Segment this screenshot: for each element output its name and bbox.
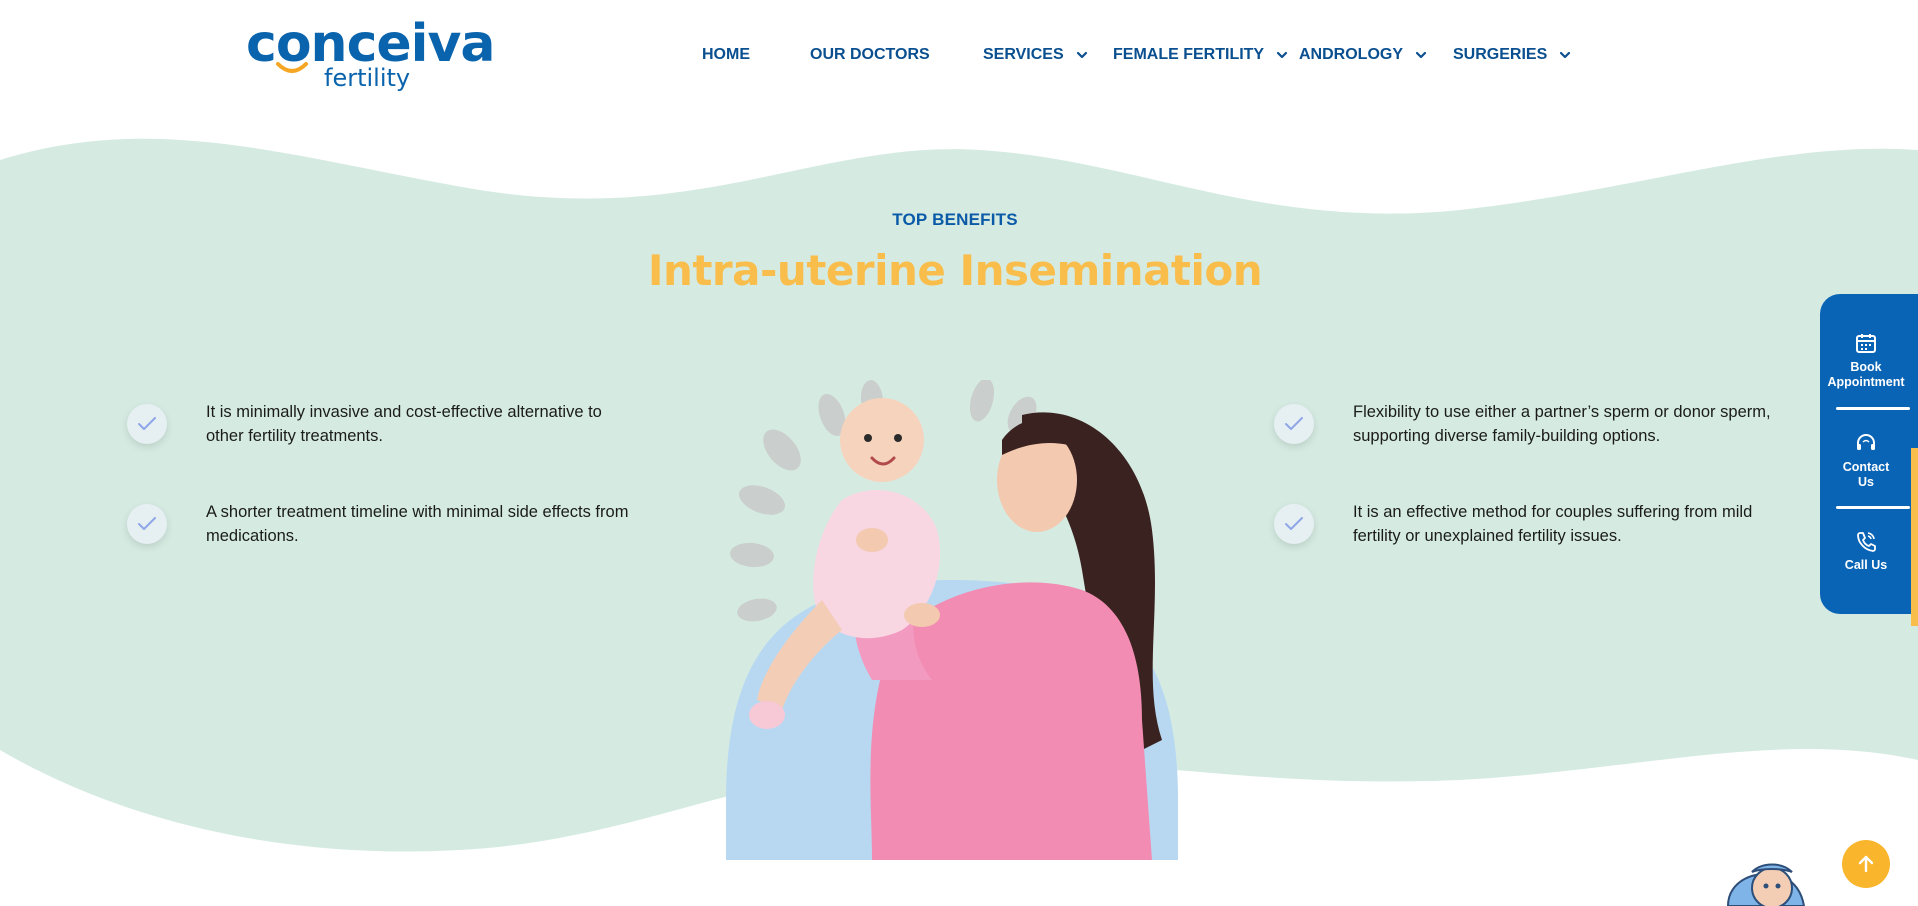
chevron-down-icon xyxy=(1277,51,1288,59)
benefit-text: It is an effective method for couples su… xyxy=(1353,503,1753,545)
check-icon xyxy=(1274,404,1314,444)
calendar-icon xyxy=(1856,334,1876,353)
scroll-indicator[interactable] xyxy=(1911,448,1918,626)
contact-us-button[interactable]: Contact Us xyxy=(1820,432,1912,490)
headset-icon xyxy=(1857,434,1875,450)
benefit-text: Flexibility to use either a partner’s sp… xyxy=(1353,403,1771,445)
phone-icon xyxy=(1857,532,1876,552)
book-appointment-button[interactable]: Book Appointment xyxy=(1820,332,1912,390)
nav-home[interactable]: HOME xyxy=(702,46,750,64)
nav-services-label: SERVICES xyxy=(983,46,1064,63)
section-title: Intra-uterine Insemination xyxy=(647,246,1263,295)
nav-our-doctors[interactable]: OUR DOCTORS xyxy=(810,46,930,64)
nav-andrology-label: ANDROLOGY xyxy=(1299,46,1403,63)
scroll-to-top-button[interactable] xyxy=(1842,840,1890,888)
sidebar-divider xyxy=(1836,407,1910,410)
floating-contact-sidebar: Book Appointment Contact Us Call Us xyxy=(1820,294,1918,614)
contact-us-label-2: Us xyxy=(1858,475,1874,489)
book-appointment-label-1: Book xyxy=(1850,360,1882,374)
check-icon xyxy=(1274,504,1314,544)
benefit-text: A shorter treatment timeline with minima… xyxy=(206,503,629,545)
book-appointment-label-2: Appointment xyxy=(1827,375,1905,389)
baby-mascot-icon xyxy=(1726,863,1806,906)
conceiva-logo[interactable]: conceiva fertility xyxy=(246,18,495,96)
chevron-down-icon xyxy=(1415,51,1427,59)
logo-smile-icon xyxy=(276,62,308,73)
check-icon xyxy=(127,404,167,444)
sidebar-divider xyxy=(1836,506,1910,509)
nav-surgeries-label: SURGERIES xyxy=(1453,46,1548,63)
chevron-down-icon xyxy=(1560,51,1571,59)
section-eyebrow: TOP BENEFITS xyxy=(892,210,1018,229)
benefits-section: TOP BENEFITS Intra-uterine Insemination … xyxy=(0,0,1918,906)
nav-services[interactable]: SERVICES xyxy=(983,46,1088,64)
contact-us-label-1: Contact xyxy=(1842,460,1890,474)
nav-surgeries[interactable]: SURGERIES xyxy=(1453,46,1571,64)
arrow-up-icon xyxy=(1858,855,1874,873)
nav-our-doctors-label: OUR DOCTORS xyxy=(810,46,930,63)
call-us-button[interactable]: Call Us xyxy=(1820,530,1912,573)
chevron-down-icon xyxy=(1076,51,1087,59)
check-icon xyxy=(127,504,167,544)
site-header: conceiva fertility HOME OUR DOCTORS SERV… xyxy=(0,0,1918,130)
nav-female-fertility-label: FEMALE FERTILITY xyxy=(1113,46,1265,63)
benefit-text: It is minimally invasive and cost-effect… xyxy=(206,403,602,445)
call-us-label: Call Us xyxy=(1844,558,1888,572)
nav-home-label: HOME xyxy=(702,46,750,63)
nav-female-fertility[interactable]: FEMALE FERTILITY xyxy=(1113,46,1288,64)
logo-tagline: fertility xyxy=(324,64,411,92)
nav-andrology[interactable]: ANDROLOGY xyxy=(1299,46,1427,64)
